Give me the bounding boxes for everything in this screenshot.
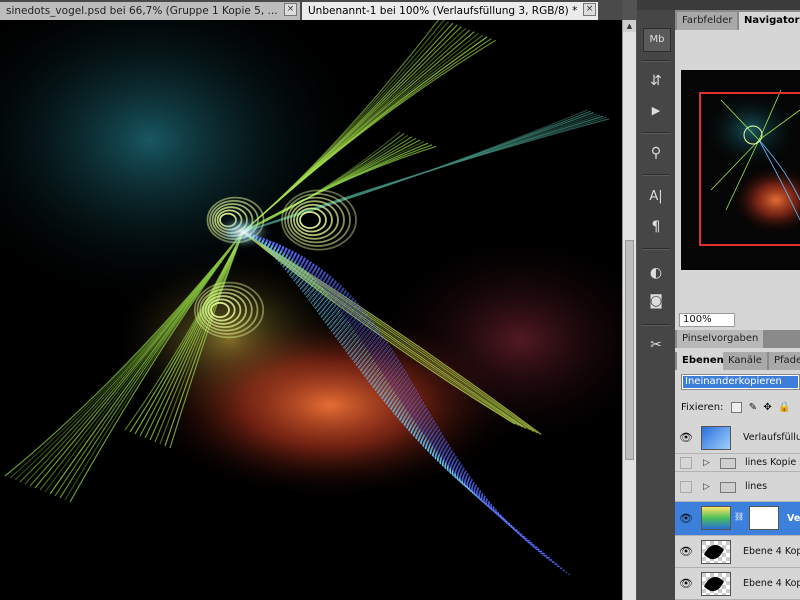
layer-thumbnail (701, 426, 731, 450)
dock-grip[interactable] (675, 0, 800, 10)
document-tab-title: sinedots_vogel.psd bei 66,7% (Gruppe 1 K… (6, 5, 278, 17)
panel-icon-strip: Mb ⇵ ▶ ⚲ A| ¶ ◐ ◙ ✂ (637, 0, 675, 600)
folder-icon (720, 482, 736, 493)
eye-icon[interactable]: 👁 (679, 512, 693, 526)
brush-presets-panel-header: Pinselvorgaben (675, 330, 800, 348)
paragraph-icon[interactable]: ¶ (643, 216, 669, 238)
layer-row[interactable]: 👁 ⛓ Verlaufsfüllung 3 (675, 502, 800, 536)
layer-row[interactable]: 👁 Ebene 4 Kopie (675, 536, 800, 568)
tab-pfade[interactable]: Pfade (769, 352, 800, 370)
navigator-panel-header: Farbfelder Navigator (675, 10, 800, 30)
lock-position-icon[interactable]: ✥ (763, 402, 771, 413)
panel-grip[interactable] (637, 0, 675, 10)
artwork-image (0, 20, 622, 600)
eye-icon[interactable]: 👁 (679, 545, 693, 559)
lock-label: Fixieren: (681, 402, 723, 413)
document-tab-unbenannt[interactable]: Unbenannt-1 bei 100% (Verlaufsfüllung 3,… (302, 2, 598, 20)
lock-transparency-icon[interactable] (731, 402, 742, 413)
tab-ebenen[interactable]: Ebenen (677, 352, 729, 370)
layer-row[interactable]: 👁 Ebene 4 Kopie (675, 568, 800, 600)
layer-name: Ebene 4 Kopie (743, 536, 800, 568)
layer-row[interactable]: ▷ lines (675, 472, 800, 502)
close-tab-sinedots-icon[interactable]: × (284, 3, 297, 16)
layer-row[interactable]: ▷ lines Kopie 2 (675, 454, 800, 472)
close-tab-unbenannt-icon[interactable]: × (583, 3, 596, 16)
document-canvas[interactable] (0, 20, 622, 600)
tool-presets-icon[interactable]: ✂ (643, 334, 669, 356)
history-icon[interactable]: ⇵ (643, 70, 669, 92)
layer-name: Ebene 4 Kopie (743, 568, 800, 600)
layer-name: lines Kopie 2 (745, 454, 800, 472)
navigator-zoom-row: 100% (675, 312, 800, 328)
navigator-zoom-input[interactable]: 100% (679, 313, 735, 327)
layer-thumbnail (701, 506, 731, 530)
document-tab-title: Unbenannt-1 bei 100% (Verlaufsfüllung 3,… (308, 5, 577, 17)
actions-play-icon[interactable]: ▶ (643, 100, 669, 122)
blend-mode-select[interactable]: Ineinanderkopieren (681, 374, 800, 390)
lock-row: Fixieren: ✎ ✥ 🔒 (681, 400, 800, 416)
eye-icon[interactable]: 👁 (679, 431, 693, 445)
tab-pinselvorgaben[interactable]: Pinselvorgaben (677, 330, 763, 348)
folder-icon (720, 458, 736, 469)
expand-group-icon[interactable]: ▷ (703, 457, 710, 469)
tab-kanaele[interactable]: Kanäle (723, 352, 767, 370)
adjustments-icon[interactable]: ◐ (643, 262, 669, 284)
eye-icon[interactable]: 👁 (679, 577, 693, 591)
character-icon[interactable]: A| (643, 186, 669, 208)
tab-navigator[interactable]: Navigator (739, 12, 800, 30)
right-panel-dock: Farbfelder Navigator 100% Pinselvorgaben… (675, 0, 800, 600)
mask-link-icon[interactable]: ⛓ (734, 512, 744, 521)
navigator-view-rectangle[interactable] (699, 92, 800, 246)
lock-all-icon[interactable]: 🔒 (778, 402, 790, 413)
scroll-up-arrow-icon[interactable]: ▲ (623, 20, 636, 32)
document-tab-bar: sinedots_vogel.psd bei 66,7% (Gruppe 1 K… (0, 0, 622, 20)
canvas-vertical-scrollbar[interactable]: ▲ (622, 20, 636, 600)
blend-mode-value: Ineinanderkopieren (683, 376, 798, 388)
masks-icon[interactable]: ◙ (643, 290, 669, 312)
layer-name: Verlaufsfüllung 3 (787, 502, 800, 536)
layers-panel-header: Ebenen Kanäle Pfade (675, 352, 800, 370)
clone-source-icon[interactable]: ⚲ (643, 142, 669, 164)
layer-name: lines (745, 472, 767, 502)
navigator-preview[interactable] (681, 70, 800, 270)
visibility-toggle[interactable] (680, 481, 692, 493)
tab-farbfelder[interactable]: Farbfelder (677, 12, 737, 30)
lock-paint-icon[interactable]: ✎ (749, 402, 757, 413)
scroll-thumb[interactable] (625, 240, 634, 460)
visibility-toggle[interactable] (680, 457, 692, 469)
layer-row[interactable]: 👁 Verlaufsfüllung (675, 422, 800, 454)
layer-name: Verlaufsfüllung (743, 422, 800, 454)
mini-bridge-icon[interactable]: Mb (643, 28, 671, 52)
document-tab-sinedots[interactable]: sinedots_vogel.psd bei 66,7% (Gruppe 1 K… (0, 2, 300, 20)
layer-mask-thumbnail[interactable] (749, 506, 779, 530)
expand-group-icon[interactable]: ▷ (703, 481, 710, 493)
